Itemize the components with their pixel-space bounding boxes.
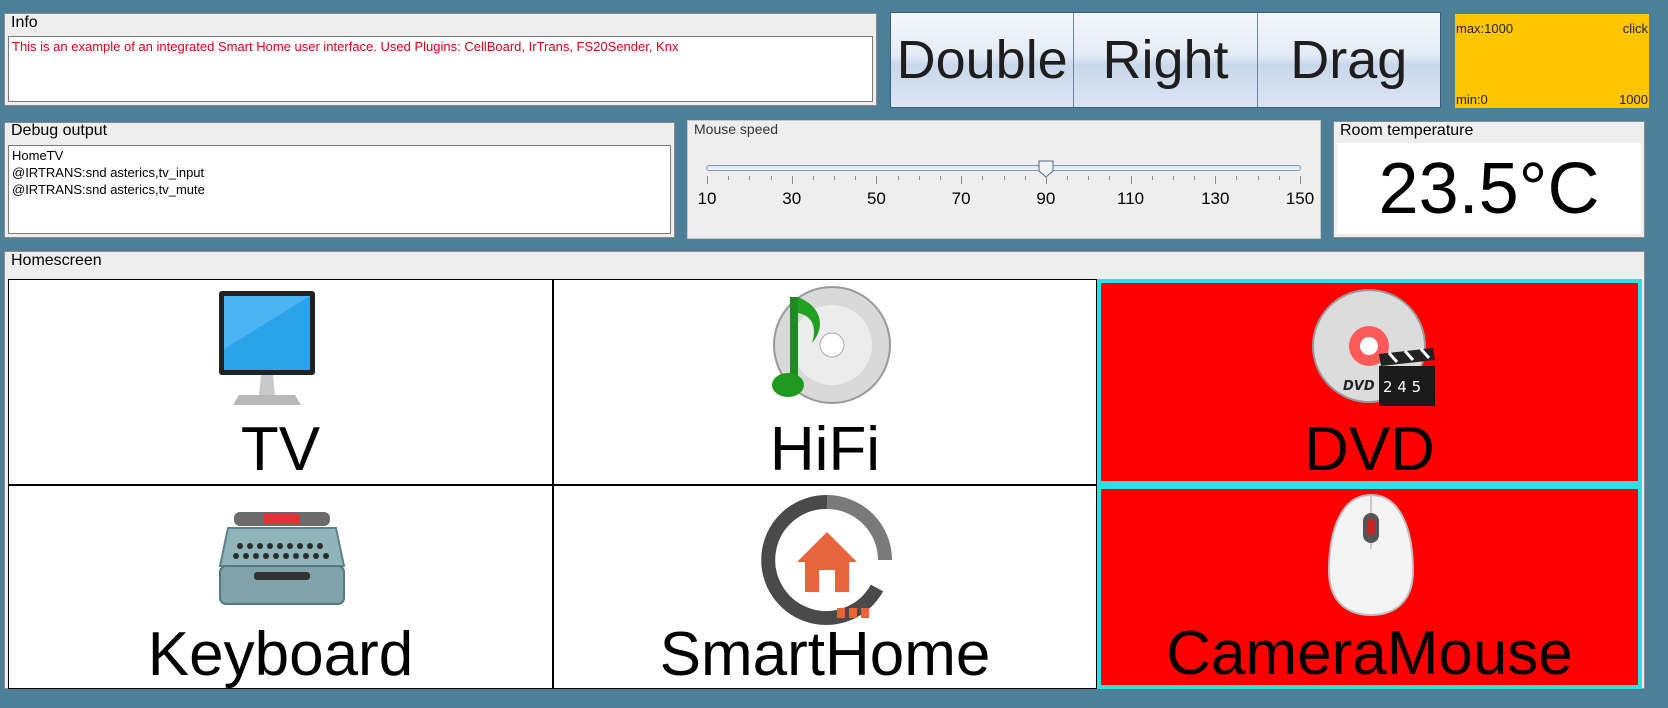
- cell-label-smarthome: SmartHome: [659, 620, 991, 689]
- mouse-speed-track[interactable]: [706, 165, 1301, 171]
- slider-tick: [1215, 176, 1217, 184]
- monitor-icon: [219, 291, 315, 405]
- cell-hifi[interactable]: HiFi: [553, 279, 1097, 485]
- slider-tick: [1194, 176, 1196, 180]
- right-click-button[interactable]: Right: [1074, 13, 1258, 107]
- slider-tick-label: 110: [1117, 189, 1145, 208]
- mouse-speed-title: Mouse speed: [694, 121, 779, 137]
- homescreen-title: Homescreen: [9, 252, 104, 269]
- mouse-icon: [1327, 493, 1415, 617]
- click-pad-min: min:0: [1456, 92, 1488, 107]
- slider-tick: [897, 176, 899, 180]
- cell-label-hifi: HiFi: [769, 415, 881, 484]
- cell-label-cameramouse: CameraMouse: [1166, 619, 1573, 688]
- info-text: This is an example of an integrated Smar…: [8, 36, 873, 102]
- temperature-title: Room temperature: [1338, 122, 1476, 139]
- slider-tick: [749, 176, 751, 180]
- slider-tick: [961, 176, 963, 184]
- slider-tick: [855, 176, 857, 180]
- slider-tick-label: 130: [1201, 189, 1230, 208]
- cell-dvd[interactable]: DVD 2 4 5 DVD: [1097, 279, 1642, 485]
- temperature-value: 23.5°C: [1378, 149, 1600, 229]
- slider-tick-label: 10: [697, 189, 717, 208]
- cell-label-dvd: DVD: [1304, 415, 1435, 484]
- slider-tick-label: 150: [1285, 189, 1315, 208]
- slider-tick: [1088, 176, 1090, 180]
- typewriter-icon: [218, 512, 346, 605]
- smarthome-icon: [761, 494, 892, 625]
- info-title: Info: [9, 14, 40, 31]
- cell-tv[interactable]: TV: [8, 279, 553, 485]
- debug-line: @IRTRANS:snd asterics,tv_input: [12, 165, 205, 180]
- svg-text:DVD: DVD: [1343, 379, 1375, 394]
- svg-text:2 4 5: 2 4 5: [1383, 378, 1421, 396]
- drag-button[interactable]: Drag: [1257, 13, 1440, 107]
- slider-tick: [918, 176, 920, 180]
- slider-tick-label: 30: [782, 189, 802, 208]
- slider-tick: [1151, 176, 1153, 180]
- slider-tick: [1067, 176, 1069, 180]
- slider-tick: [707, 176, 708, 184]
- slider-tick: [770, 176, 772, 180]
- slider-tick: [1300, 176, 1301, 184]
- slider-tick: [939, 176, 941, 180]
- click-pad-value: 1000: [1619, 92, 1648, 107]
- click-pad-max: max:1000: [1456, 21, 1514, 36]
- slider-tick: [1109, 176, 1111, 180]
- slider-tick: [1278, 176, 1280, 180]
- slider-tick: [791, 176, 793, 184]
- music-cd-icon: [772, 286, 891, 404]
- cell-smarthome[interactable]: SmartHome: [553, 485, 1097, 689]
- slider-tick: [1003, 176, 1005, 180]
- cell-label-keyboard: Keyboard: [147, 620, 414, 689]
- slider-tick-label: 70: [951, 189, 971, 208]
- click-pad-click: click: [1622, 21, 1648, 36]
- debug-line: @IRTRANS:snd asterics,tv_mute: [12, 182, 205, 197]
- debug-output: HomeTV @IRTRANS:snd asterics,tv_input @I…: [8, 145, 671, 234]
- cell-keyboard[interactable]: Keyboard: [8, 485, 553, 689]
- slider-tick: [1257, 176, 1259, 180]
- slider-tick: [1045, 176, 1047, 184]
- slider-tick: [812, 176, 814, 180]
- slider-tick: [982, 176, 984, 180]
- debug-title: Debug output: [9, 122, 110, 139]
- click-pad[interactable]: max:1000 click min:0 1000: [1455, 14, 1649, 108]
- mouse-speed-ticks: [707, 176, 1301, 184]
- slider-tick: [1236, 176, 1238, 180]
- dvd-icon: DVD 2 4 5: [1312, 289, 1435, 406]
- cell-label-tv: TV: [240, 415, 321, 484]
- slider-tick: [1024, 176, 1026, 180]
- slider-tick: [1172, 176, 1174, 180]
- slider-tick: [1130, 176, 1132, 184]
- slider-tick: [834, 176, 836, 180]
- slider-tick-label: 90: [1036, 189, 1056, 208]
- slider-tick: [728, 176, 730, 180]
- mouse-button-bar: Double Right Drag: [890, 12, 1441, 108]
- debug-line: HomeTV: [12, 148, 64, 163]
- double-click-button[interactable]: Double: [891, 13, 1075, 107]
- slider-tick-label: 50: [866, 189, 886, 208]
- cell-cameramouse[interactable]: CameraMouse: [1097, 485, 1642, 689]
- slider-tick: [876, 176, 878, 184]
